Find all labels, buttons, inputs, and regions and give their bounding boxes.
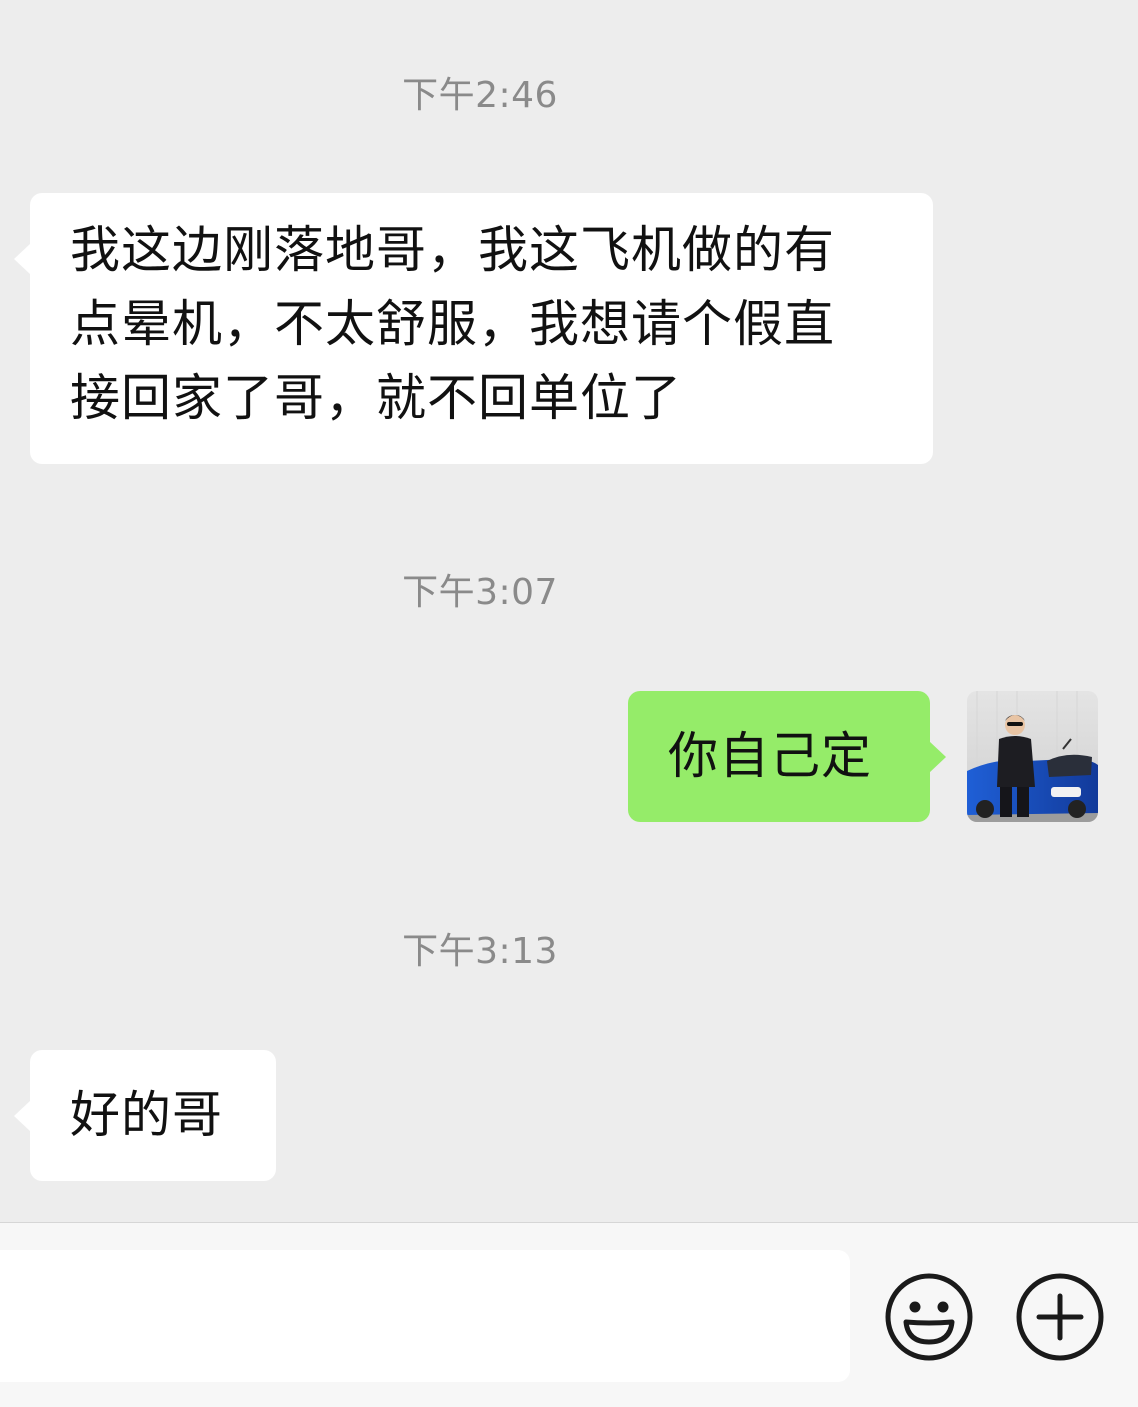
- emoji-icon: [885, 1273, 973, 1361]
- message-line: 接回家了哥，就不回单位了: [70, 369, 682, 427]
- message-input[interactable]: [0, 1250, 850, 1382]
- outgoing-message-bubble[interactable]: 你自己定: [628, 691, 946, 822]
- plus-button[interactable]: [1015, 1272, 1105, 1362]
- avatar-photo-icon: [967, 691, 1098, 822]
- chat-area[interactable]: 下午2:46 我这边刚落地哥，我这飞机做的有 点晕机，不太舒服，我想请个假直 接…: [0, 0, 1138, 1222]
- message-text: 好的哥: [70, 1086, 223, 1144]
- incoming-message-bubble[interactable]: 好的哥: [14, 1050, 276, 1181]
- timestamp: 下午3:07: [402, 572, 558, 613]
- message-line: 我这边刚落地哥，我这飞机做的有: [70, 221, 835, 279]
- user-avatar[interactable]: [967, 691, 1098, 822]
- message-text: 你自己定: [668, 727, 872, 785]
- message-line: 点晕机，不太舒服，我想请个假直: [70, 295, 835, 353]
- timestamp: 下午3:13: [402, 931, 558, 972]
- timestamp: 下午2:46: [402, 75, 558, 116]
- emoji-button[interactable]: [884, 1272, 974, 1362]
- input-bar: [0, 1222, 1138, 1407]
- plus-icon: [1016, 1273, 1104, 1361]
- incoming-message-bubble[interactable]: 我这边刚落地哥，我这飞机做的有 点晕机，不太舒服，我想请个假直 接回家了哥，就不…: [14, 193, 933, 464]
